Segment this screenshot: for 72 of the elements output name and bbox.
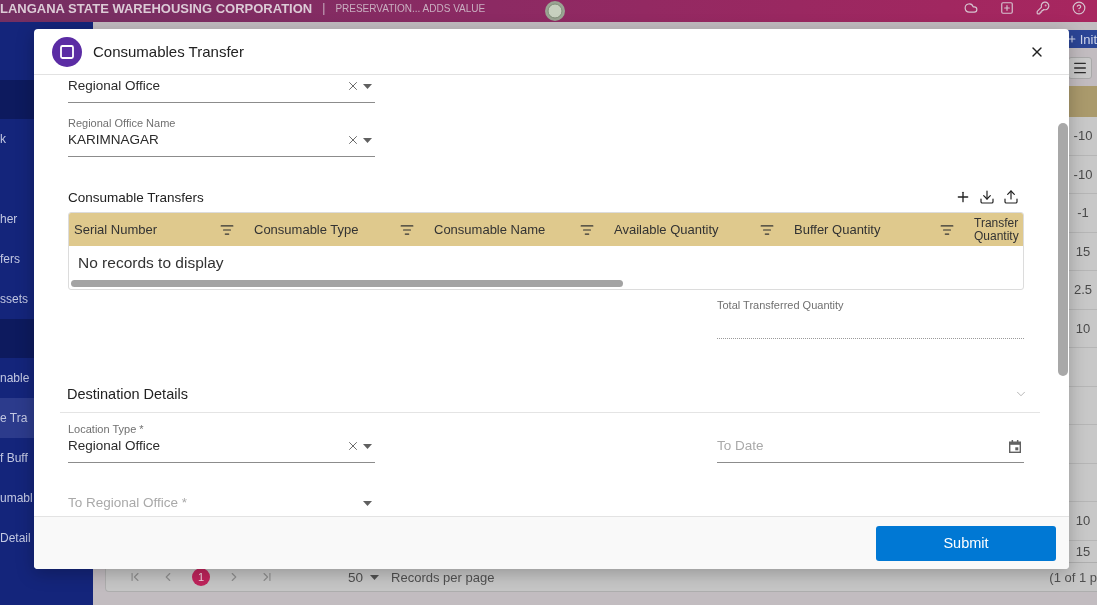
table-cell: 2.5 [1073, 282, 1093, 298]
field-label: Regional Office Name [68, 116, 177, 130]
upload-icon[interactable] [1003, 189, 1019, 205]
page-summary: (1 of 1 p [1049, 569, 1097, 585]
sidebar-section-band [0, 319, 34, 358]
sidebar-item[interactable]: nable [0, 358, 34, 398]
clear-icon[interactable] [346, 133, 360, 147]
table-cell: 15 [1075, 543, 1091, 559]
header-tagline: PRESERVATION... ADDS VALUE [335, 2, 486, 16]
table-header [1069, 86, 1097, 117]
last-page-icon [260, 570, 274, 584]
square-plus-icon[interactable] [1000, 1, 1014, 15]
caret-icon [370, 574, 380, 580]
column-header[interactable]: Consumable Type [249, 213, 429, 246]
sidebar-item[interactable]: k [0, 119, 34, 159]
clear-icon[interactable] [346, 439, 360, 453]
filter-icon[interactable] [580, 222, 594, 237]
page-size-label: Records per page [391, 569, 495, 585]
cloud-icon[interactable] [964, 1, 978, 15]
sidebar-item[interactable]: e Tra [0, 398, 34, 438]
section-header[interactable]: Destination Details [60, 375, 1040, 413]
filter-icon[interactable] [940, 222, 954, 237]
first-page-icon [128, 570, 142, 584]
column-header[interactable]: Transfer Quantity [969, 213, 1023, 246]
sidebar-section-band [0, 80, 34, 119]
menu-button[interactable] [1068, 57, 1092, 79]
organization-name: LANGANA STATE WAREHOUSING CORPORATION [0, 1, 313, 16]
key-icon[interactable] [1036, 1, 1050, 15]
section-title: Consumable Transfers [68, 189, 204, 205]
caret-icon[interactable] [363, 137, 372, 143]
sidebar-item[interactable]: ssets [0, 279, 34, 319]
plus-icon[interactable] [955, 189, 971, 205]
field-label: Total Transferred Quantity [717, 298, 845, 312]
select-field[interactable]: KARIMNAGAR [68, 130, 375, 157]
filter-icon[interactable] [220, 222, 234, 237]
filter-icon[interactable] [760, 222, 774, 237]
caret-icon[interactable] [363, 500, 372, 506]
column-header[interactable]: Buffer Quantity [789, 213, 969, 246]
clear-icon[interactable] [346, 79, 360, 93]
sidebar-item[interactable]: fers [0, 239, 34, 279]
table-cell: 15 [1075, 243, 1091, 259]
table-cell: 10 [1075, 513, 1091, 529]
page-size-select[interactable]: 50 [348, 569, 380, 585]
plus-icon [1066, 34, 1077, 44]
sidebar-item[interactable]: Detail [0, 518, 34, 558]
table-cell: -1 [1077, 205, 1089, 221]
header-separator: | [322, 1, 326, 16]
select-field[interactable]: Regional Office [68, 76, 375, 103]
sidebar-item[interactable]: her [0, 199, 34, 239]
scrollbar-thumb[interactable] [71, 280, 623, 287]
empty-message: No records to display [77, 253, 225, 273]
table-cell: 10 [1075, 320, 1091, 336]
sidebar-item[interactable]: umabl [0, 478, 34, 518]
caret-icon[interactable] [363, 83, 372, 89]
filter-icon[interactable] [400, 222, 414, 237]
calendar-icon[interactable] [1009, 439, 1021, 453]
select-field[interactable]: Regional Office [68, 436, 375, 463]
sidebar-item[interactable]: f Buff [0, 438, 34, 478]
scrollbar-thumb[interactable] [1058, 123, 1068, 376]
caret-icon[interactable] [363, 443, 372, 449]
dialog-title: Consumables Transfer [93, 43, 244, 60]
menu-icon [1072, 60, 1088, 76]
submit-button[interactable]: Submit [876, 525, 1056, 561]
field-label: Location Type * [68, 422, 145, 436]
column-header[interactable]: Available Quantity [609, 213, 789, 246]
help-icon[interactable] [1072, 1, 1086, 15]
emblem-logo [545, 1, 566, 21]
table-cell: -10 [1073, 128, 1093, 144]
table-cell: -10 [1073, 166, 1093, 182]
column-header[interactable]: Serial Number [69, 213, 249, 246]
column-header[interactable]: Consumable Name [429, 213, 609, 246]
download-icon[interactable] [979, 189, 995, 205]
